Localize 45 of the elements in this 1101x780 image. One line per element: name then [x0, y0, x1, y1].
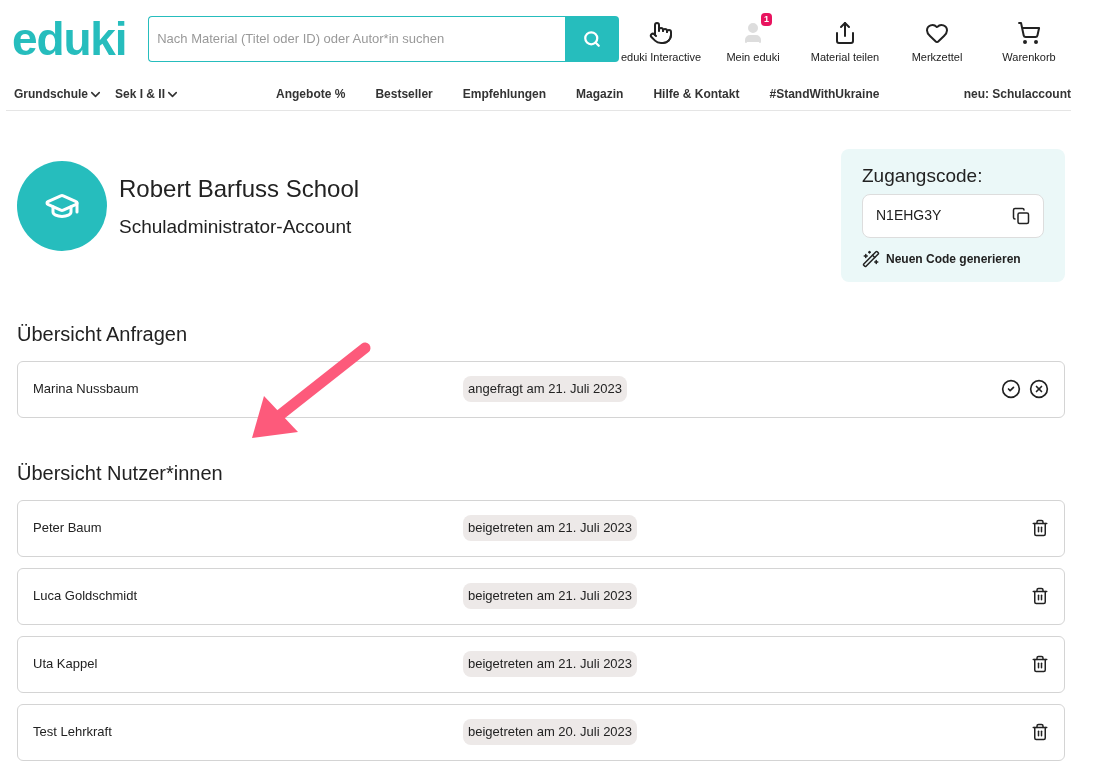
- school-name: Robert Barfuss School: [119, 173, 360, 204]
- generate-code-button[interactable]: Neuen Code generieren: [862, 249, 1021, 268]
- nav-link[interactable]: Empfehlungen: [462, 85, 547, 103]
- nav-link[interactable]: Magazin: [576, 85, 624, 103]
- user-name: Marina Nussbaum: [33, 380, 140, 399]
- copy-icon[interactable]: [1012, 206, 1030, 225]
- header-action[interactable]: Material teilen: [803, 12, 887, 66]
- magic-wand-icon: [862, 249, 880, 268]
- header-action[interactable]: Mein eduki 1: [711, 12, 795, 66]
- user-name: Peter Baum: [33, 519, 103, 538]
- section-title: Übersicht Nutzer*innen: [17, 460, 224, 486]
- code-field[interactable]: N1EHG3Y: [862, 193, 1044, 238]
- share-icon: [833, 20, 857, 45]
- header-action[interactable]: Warenkorb: [987, 12, 1071, 66]
- header-action[interactable]: eduki Interactive: [619, 12, 703, 66]
- nav-link[interactable]: Angebote %: [276, 85, 346, 103]
- card-title: Zugangscode:: [862, 164, 984, 188]
- nav-link[interactable]: neu: Schulaccount: [963, 85, 1071, 103]
- account-role: Schuladministrator-Account: [119, 214, 353, 239]
- trash-icon[interactable]: [1031, 723, 1049, 741]
- search-field[interactable]: Nach Material (Titel oder ID) oder Autor*in suchen: [148, 16, 565, 62]
- nav-link[interactable]: #StandWithUkraine: [769, 85, 880, 103]
- accept-icon[interactable]: [1001, 379, 1021, 399]
- date-tag: beigetreten am 20. Juli 2023: [463, 719, 638, 745]
- date-tag: beigetreten am 21. Juli 2023: [463, 651, 638, 677]
- user-name: Luca Goldschmidt: [33, 587, 139, 606]
- date-tag: beigetreten am 21. Juli 2023: [463, 583, 638, 609]
- user-name: Test Lehrkraft: [33, 723, 113, 742]
- search-icon: [583, 30, 601, 48]
- header-action[interactable]: Merkzettel: [895, 12, 979, 66]
- pointer-hand-icon: [649, 20, 673, 45]
- date-tag: beigetreten am 21. Juli 2023: [463, 515, 638, 541]
- cart-icon: [1017, 20, 1041, 45]
- notification-badge: 1: [761, 12, 772, 27]
- date-tag: angefragt am 21. Juli 2023: [463, 376, 627, 402]
- reject-icon[interactable]: [1029, 379, 1049, 399]
- trash-icon[interactable]: [1031, 519, 1049, 537]
- trash-icon[interactable]: [1031, 655, 1049, 673]
- nav-dropdown[interactable]: Sek I & II: [115, 85, 181, 103]
- nav-dropdown[interactable]: Grundschule: [14, 85, 103, 103]
- nav-link[interactable]: Bestseller: [375, 85, 433, 103]
- user-name: Uta Kappel: [33, 655, 99, 674]
- nav-link[interactable]: Hilfe & Kontakt: [653, 85, 740, 103]
- section-title: Übersicht Anfragen: [17, 321, 189, 347]
- trash-icon[interactable]: [1031, 587, 1049, 605]
